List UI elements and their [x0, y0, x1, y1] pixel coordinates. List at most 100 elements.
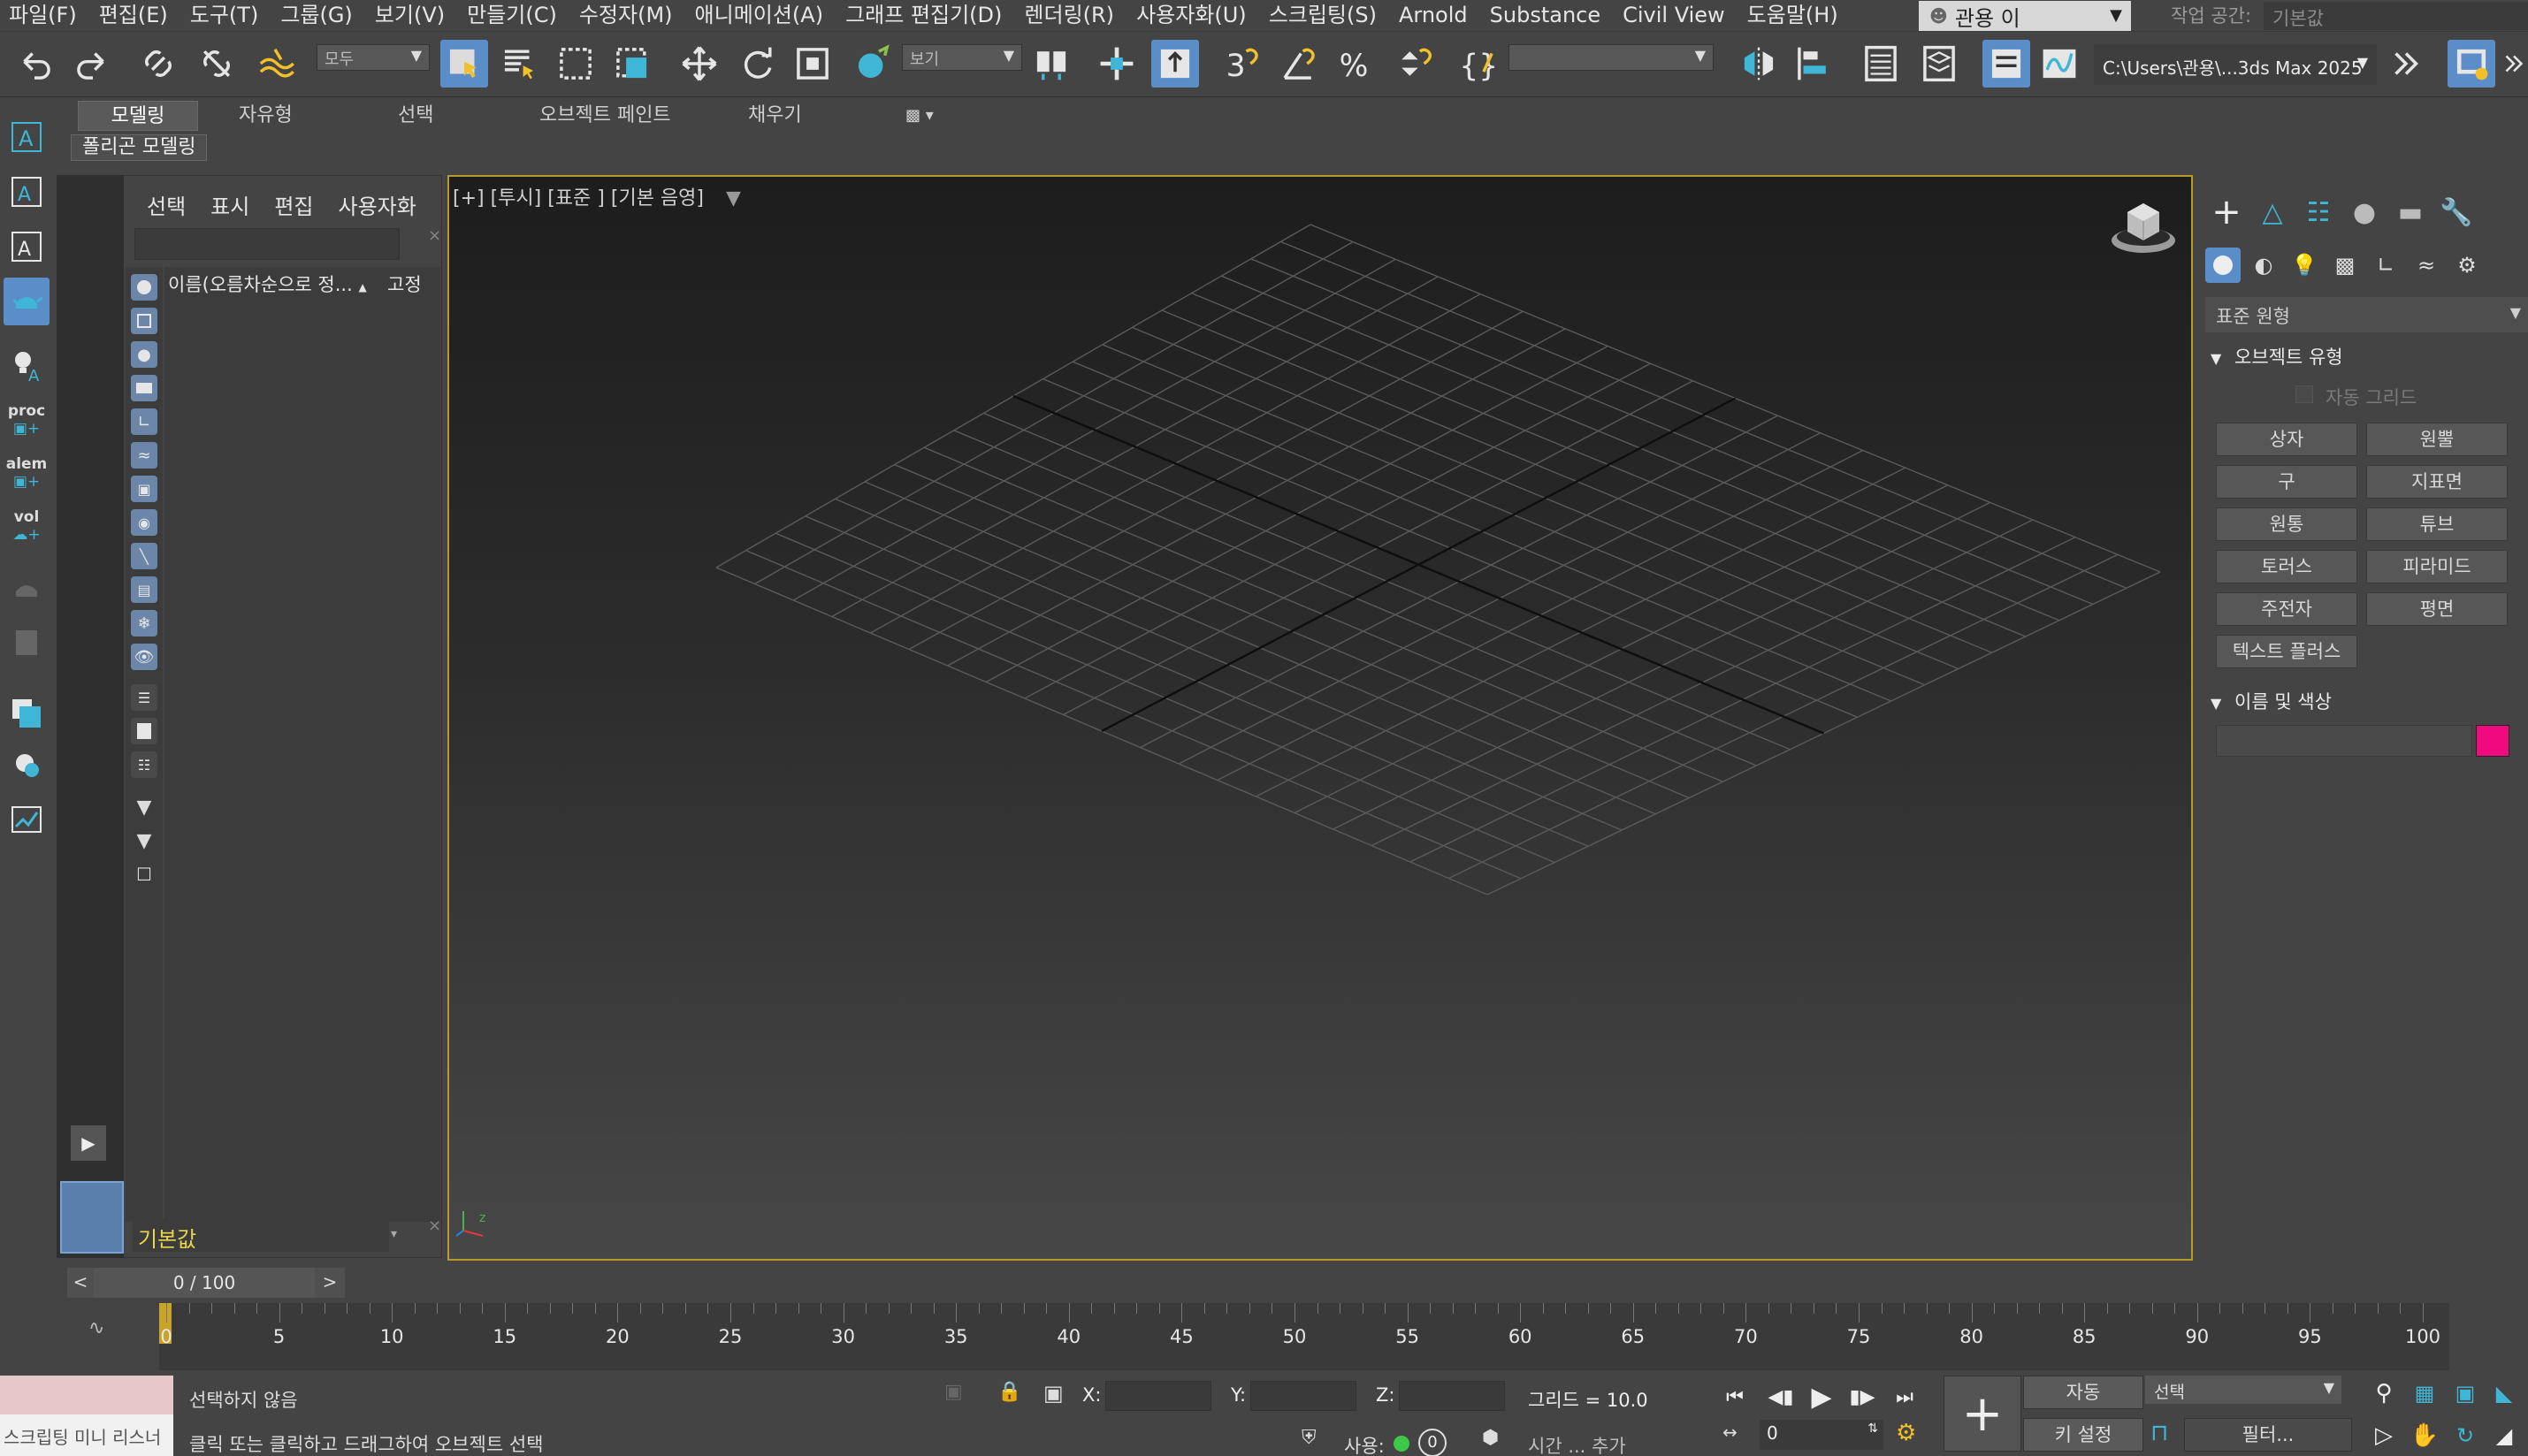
explorer-menu-select[interactable]: 선택: [147, 189, 186, 220]
time-slider-prev-button[interactable]: <: [67, 1268, 94, 1298]
x-coord-input[interactable]: [1105, 1381, 1211, 1411]
teapot-tool-button[interactable]: [4, 278, 50, 325]
menu-file[interactable]: 파일(F): [0, 0, 90, 32]
menu-rendering[interactable]: 렌더링(R): [1015, 0, 1127, 32]
orbit-icon[interactable]: ↻: [2448, 1418, 2483, 1453]
maxscript-listener-input[interactable]: [0, 1376, 173, 1414]
window-crossing-button[interactable]: [608, 40, 656, 88]
link-button[interactable]: [134, 40, 182, 88]
menu-create[interactable]: 만들기(C): [458, 0, 570, 32]
viewport-filter-icon[interactable]: ▼: [726, 187, 741, 210]
snaps-toggle-button[interactable]: 3: [1218, 40, 1266, 88]
tab-modify[interactable]: △: [2251, 191, 2294, 233]
menu-arnold[interactable]: Arnold: [1390, 0, 1481, 32]
category-systems[interactable]: ⚙: [2449, 248, 2485, 283]
create-cone-button[interactable]: 원뿔: [2366, 423, 2508, 456]
selection-lock-icon[interactable]: 🔒: [997, 1381, 1021, 1403]
key-tangent-icon[interactable]: ⊓: [2150, 1420, 2168, 1446]
category-shapes[interactable]: ◐: [2246, 248, 2281, 283]
create-cylinder-button[interactable]: 원통: [2216, 507, 2357, 541]
select-by-name-button[interactable]: [495, 40, 543, 88]
pin-column-header[interactable]: 고정: [387, 271, 422, 297]
zoom-all-icon[interactable]: ▦: [2407, 1376, 2442, 1411]
explorer-menu-edit[interactable]: 편집: [274, 189, 313, 220]
tab-create[interactable]: +: [2205, 191, 2248, 233]
filter-helpers-icon[interactable]: ∟: [131, 408, 157, 435]
create-box-button[interactable]: 상자: [2216, 423, 2357, 456]
disabled-tool-2-button[interactable]: [4, 619, 50, 667]
filter-bones-icon[interactable]: ╲: [131, 543, 157, 569]
filter-cameras-icon[interactable]: [131, 375, 157, 401]
category-space-warps[interactable]: ≈: [2409, 248, 2444, 283]
category-lights[interactable]: 💡: [2287, 248, 2322, 283]
project-folder-path[interactable]: C:\Users\관용\...3ds Max 2025 ▼: [2094, 44, 2377, 85]
angle-snap-button[interactable]: [1275, 40, 1323, 88]
filter-funnel-settings-icon[interactable]: ▼: [131, 827, 157, 854]
explorer-expand-button[interactable]: ▶: [71, 1125, 106, 1161]
current-frame-input[interactable]: 0 ⇅: [1760, 1420, 1883, 1450]
scene-explorer-search-input[interactable]: [134, 228, 400, 260]
display-all-icon[interactable]: ☰: [131, 684, 157, 711]
pan-view-icon[interactable]: ✋: [2407, 1418, 2442, 1453]
auto-grid-checkbox[interactable]: [2295, 385, 2313, 403]
menu-substance[interactable]: Substance: [1481, 0, 1614, 32]
menu-civil-view[interactable]: Civil View: [1614, 0, 1738, 32]
reference-coordinate-combo[interactable]: 보기 ▼: [902, 44, 1022, 71]
rectangular-selection-region-button[interactable]: [552, 40, 600, 88]
tab-freeform[interactable]: 자유형: [228, 101, 303, 131]
select-and-place-button[interactable]: [849, 40, 897, 88]
select-and-scale-button[interactable]: [789, 40, 836, 88]
unlink-button[interactable]: [193, 40, 241, 88]
create-geosphere-button[interactable]: 지표면: [2366, 465, 2508, 499]
previous-frame-button[interactable]: ◀▮: [1763, 1381, 1799, 1413]
select-and-move-button[interactable]: [676, 40, 723, 88]
user-account-dropdown[interactable]: ☻ 관용 이 ▼: [1919, 1, 2131, 31]
create-textplus-button[interactable]: 텍스트 플러스: [2216, 635, 2357, 668]
object-name-input[interactable]: [2216, 725, 2472, 757]
schematic-tool-button[interactable]: [4, 796, 50, 843]
layer-dropdown-icon[interactable]: ▾: [391, 1227, 397, 1241]
time-configuration-icon[interactable]: ⚙: [1896, 1420, 1916, 1446]
curve-editor-button[interactable]: [2035, 40, 2083, 88]
name-column-header[interactable]: 이름(오름차순으로 정... ▲: [168, 271, 367, 297]
layer-manager-tool-button[interactable]: [4, 690, 50, 737]
current-layer-field[interactable]: 기본값: [133, 1218, 389, 1252]
create-teapot-button[interactable]: 주전자: [2216, 592, 2357, 626]
create-tube-button[interactable]: 튜브: [2366, 507, 2508, 541]
select-and-rotate-button[interactable]: [734, 40, 782, 88]
viewcube[interactable]: [2108, 200, 2179, 263]
name-and-color-rollout-header[interactable]: ▼ 이름 및 색상: [2211, 688, 2511, 718]
menu-customize[interactable]: 사용자화(U): [1127, 0, 1260, 32]
tab-utilities[interactable]: 🔧: [2435, 191, 2478, 233]
category-cameras[interactable]: ▩: [2327, 248, 2363, 283]
go-to-start-button[interactable]: ⏮: [1717, 1381, 1753, 1413]
manipulate-button[interactable]: [1093, 40, 1141, 88]
next-frame-button[interactable]: ▮▶: [1844, 1381, 1880, 1413]
set-key-button[interactable]: 키 설정: [2023, 1418, 2143, 1452]
toggle-scene-explorer-button[interactable]: [1857, 40, 1905, 88]
mini-curve-editor-toggle-icon[interactable]: ∿: [88, 1317, 104, 1339]
toggle-ribbon-button[interactable]: [1982, 40, 2030, 88]
explorer-menu-display[interactable]: 표시: [210, 189, 249, 220]
layer-box-icon[interactable]: ☐: [131, 861, 157, 888]
filter-xrefs-icon[interactable]: ◉: [131, 509, 157, 536]
text-edit-tool-button[interactable]: A: [4, 168, 50, 216]
menu-graph-editors[interactable]: 그래프 편집기(D): [836, 0, 1015, 32]
render-setup-button[interactable]: [2448, 40, 2495, 88]
filter-frozen-icon[interactable]: ❄: [131, 610, 157, 637]
object-type-rollout-header[interactable]: ▼ 오브젝트 유형: [2211, 343, 2511, 373]
zoom-extents-icon[interactable]: ▣: [2448, 1376, 2483, 1411]
mirror-button[interactable]: [1735, 40, 1783, 88]
time-slider[interactable]: 0 / 100: [94, 1268, 315, 1298]
add-time-tag-text[interactable]: 시간 ... 추가: [1528, 1432, 1626, 1456]
filter-containers-icon[interactable]: ▤: [131, 576, 157, 603]
isolate-selection-icon[interactable]: ▣: [944, 1381, 963, 1403]
zoom-icon[interactable]: ⚲: [2366, 1376, 2402, 1411]
percent-snap-button[interactable]: %: [1332, 40, 1379, 88]
shield-icon[interactable]: ⛨: [1302, 1427, 1317, 1449]
viewport-label-menu[interactable]: [+] [투시] [표준 ] [기본 음영] ▼: [453, 182, 741, 210]
absolute-mode-transform-icon[interactable]: ▣: [1043, 1381, 1064, 1406]
alem-tool-button[interactable]: alem ▣+: [4, 449, 50, 497]
maxscript-mini-listener[interactable]: 스크립팅 미니 리스너: [0, 1414, 173, 1456]
light-lister-tool-button[interactable]: [4, 743, 50, 790]
